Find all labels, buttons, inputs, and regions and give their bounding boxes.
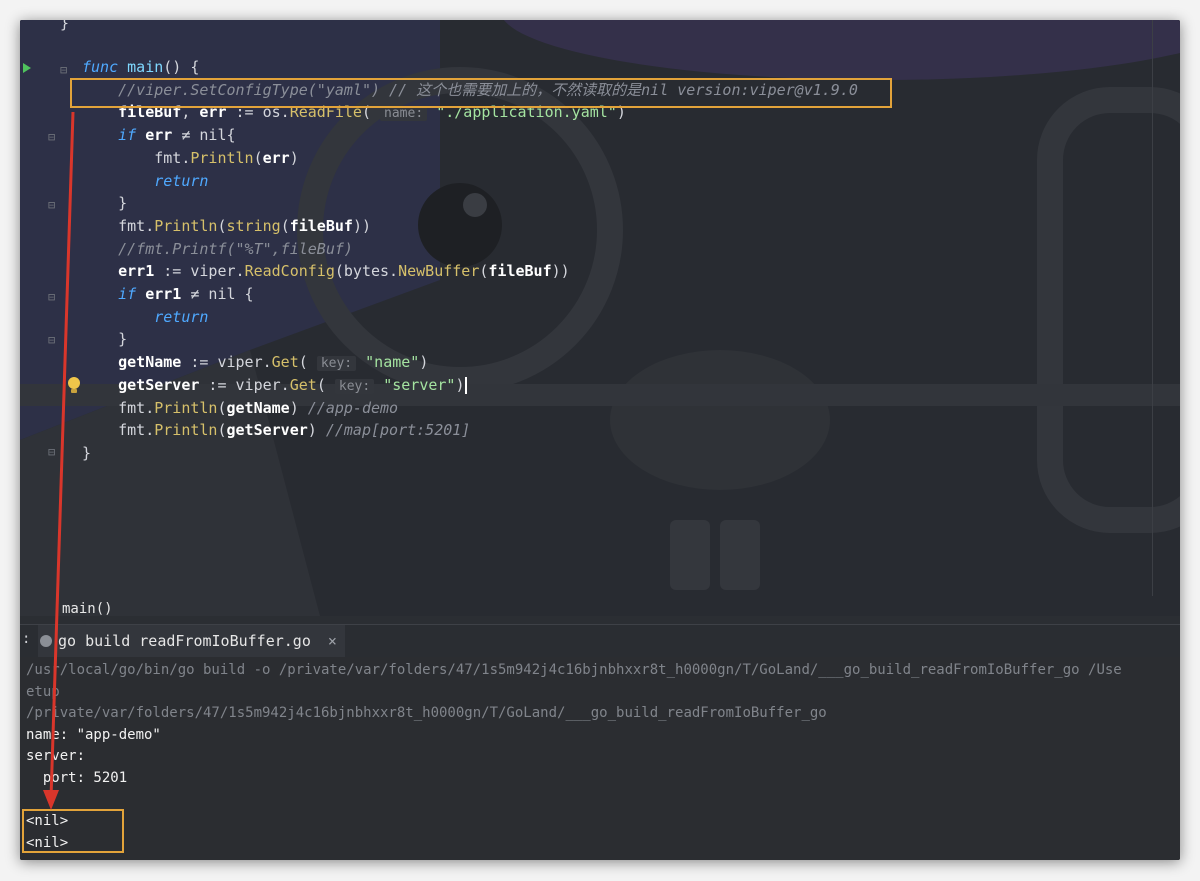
arrow-head	[43, 790, 59, 810]
annotation-arrow	[43, 111, 75, 810]
arrow-shaft	[49, 111, 75, 799]
goland-window: ⊟ ⊟ ⊟ ⊟ ⊟ ⊟ } func main() { //viper.SetC…	[20, 20, 1180, 860]
